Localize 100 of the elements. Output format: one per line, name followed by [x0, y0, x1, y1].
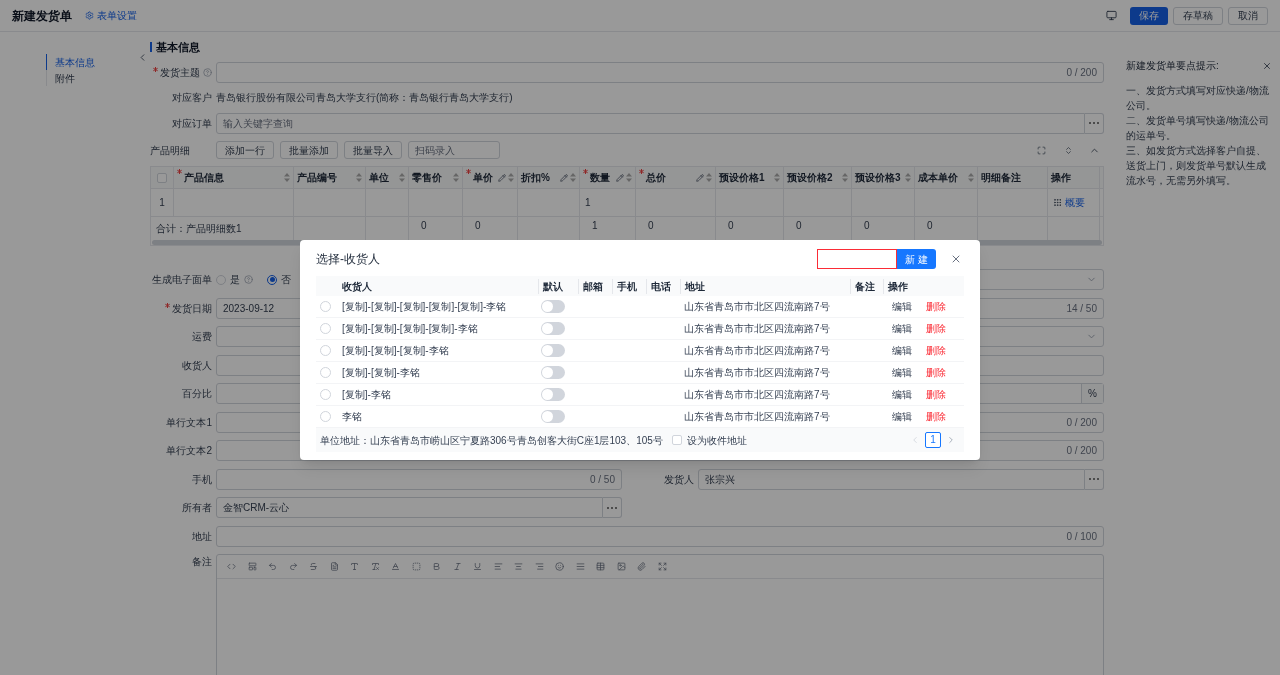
toggle-switch[interactable]: [541, 410, 565, 423]
input-field[interactable]: 0 / 50: [216, 468, 622, 490]
column-header[interactable]: 预设价格3: [855, 170, 903, 185]
help-icon[interactable]: [203, 67, 212, 77]
next-page-icon[interactable]: [946, 435, 956, 445]
clear-format-icon[interactable]: [370, 562, 380, 571]
fullscreen-icon[interactable]: [1037, 145, 1046, 155]
sort-icon[interactable]: [842, 173, 848, 182]
italic-icon[interactable]: [452, 562, 462, 571]
column-header[interactable]: 产品信息: [184, 170, 282, 185]
column-header[interactable]: 预设价格1: [719, 170, 772, 185]
redo-icon[interactable]: [288, 562, 298, 571]
edit-icon[interactable]: [616, 173, 624, 182]
column-header[interactable]: 成本单价: [918, 170, 966, 185]
align-right-icon[interactable]: [534, 562, 544, 571]
font-color-icon[interactable]: [391, 562, 400, 571]
sort-icon[interactable]: [968, 173, 974, 182]
toggle-switch[interactable]: [541, 388, 565, 401]
header-button[interactable]: 存草稿: [1173, 6, 1223, 25]
expand-rows-icon[interactable]: [1064, 145, 1073, 155]
drag-handle-icon[interactable]: [1053, 198, 1062, 207]
sort-icon[interactable]: [508, 173, 514, 182]
attachment-icon[interactable]: [637, 562, 646, 571]
lookup-field[interactable]: 张宗兴: [698, 468, 1085, 490]
edit-link[interactable]: 编辑: [892, 321, 912, 336]
column-header[interactable]: 零售价: [412, 170, 451, 185]
header-button[interactable]: 保存: [1130, 6, 1168, 25]
edit-link[interactable]: 编辑: [892, 409, 912, 424]
template-icon[interactable]: [247, 562, 257, 571]
delete-link[interactable]: 删除: [926, 299, 946, 314]
sort-icon[interactable]: [774, 173, 780, 182]
toggle-switch[interactable]: [541, 344, 565, 357]
bold-icon[interactable]: [432, 562, 441, 571]
nav-item[interactable]: 基本信息: [46, 54, 137, 70]
prev-page-icon[interactable]: [910, 435, 920, 445]
help-icon[interactable]: [244, 275, 253, 284]
monitor-icon[interactable]: [1106, 10, 1117, 21]
sort-icon[interactable]: [706, 173, 712, 182]
sort-icon[interactable]: [399, 173, 405, 182]
toolbar-button[interactable]: 添加一行: [216, 141, 274, 159]
delete-link[interactable]: 删除: [926, 409, 946, 424]
text-size-icon[interactable]: [350, 562, 359, 571]
code-icon[interactable]: [227, 562, 236, 571]
nav-item[interactable]: 附件: [46, 70, 137, 86]
edit-icon[interactable]: [696, 173, 704, 182]
more-button[interactable]: [1085, 112, 1104, 134]
table-icon[interactable]: [596, 562, 605, 571]
edit-icon[interactable]: [560, 173, 568, 182]
column-header[interactable]: 单位: [369, 170, 397, 185]
toggle-switch[interactable]: [541, 300, 565, 313]
header-button[interactable]: 取消: [1228, 6, 1268, 25]
sort-icon[interactable]: [570, 173, 576, 182]
delete-link[interactable]: 删除: [926, 387, 946, 402]
emoji-icon[interactable]: [555, 562, 564, 571]
column-header[interactable]: 明细备注: [981, 170, 1044, 185]
delete-link[interactable]: 删除: [926, 321, 946, 336]
new-button[interactable]: 新 建: [897, 249, 936, 269]
align-center-icon[interactable]: [514, 562, 523, 571]
sort-icon[interactable]: [905, 173, 911, 182]
document-icon[interactable]: [329, 562, 339, 571]
line-icon[interactable]: [575, 562, 585, 571]
align-left-icon[interactable]: [493, 562, 503, 571]
edit-link[interactable]: 编辑: [892, 343, 912, 358]
toggle-switch[interactable]: [541, 366, 565, 379]
fullscreen-icon[interactable]: [657, 562, 667, 571]
sort-icon[interactable]: [284, 173, 290, 182]
checkbox[interactable]: [671, 435, 682, 445]
more-button[interactable]: [603, 497, 622, 518]
delete-link[interactable]: 删除: [926, 343, 946, 358]
search-field[interactable]: [817, 249, 898, 269]
edit-link[interactable]: 编辑: [892, 365, 912, 380]
toolbar-button[interactable]: 批量添加: [280, 141, 338, 159]
toolbar-button[interactable]: 批量导入: [344, 141, 402, 159]
delete-link[interactable]: 删除: [926, 365, 946, 380]
column-header[interactable]: 操作: [1051, 170, 1096, 185]
sort-icon[interactable]: [356, 173, 362, 182]
page-button[interactable]: 1: [925, 432, 941, 448]
input-field[interactable]: 0 / 200: [216, 61, 1104, 83]
lookup-field[interactable]: 输入关键字查询: [216, 112, 1085, 134]
radio-button[interactable]: [267, 274, 277, 285]
underline-icon[interactable]: [473, 562, 482, 571]
close-icon[interactable]: [950, 253, 962, 265]
column-header[interactable]: 数量: [590, 170, 614, 185]
form-settings-link[interactable]: 表单设置: [85, 8, 137, 23]
column-header[interactable]: 产品编号: [297, 170, 354, 185]
close-icon[interactable]: [1262, 60, 1272, 71]
scan-field[interactable]: 扫码录入: [408, 141, 500, 159]
summary-link[interactable]: 概要: [1065, 195, 1085, 210]
input-field[interactable]: 0 / 100: [216, 525, 1104, 547]
column-header[interactable]: 预设价格2: [787, 170, 840, 185]
column-header[interactable]: 折扣%: [521, 170, 558, 185]
column-header[interactable]: 单价: [473, 170, 496, 185]
edit-link[interactable]: 编辑: [892, 299, 912, 314]
strikethrough-icon[interactable]: [309, 562, 318, 571]
sort-icon[interactable]: [453, 173, 459, 182]
toggle-switch[interactable]: [541, 322, 565, 335]
edit-icon[interactable]: [498, 173, 506, 182]
more-button[interactable]: [1085, 468, 1104, 490]
undo-icon[interactable]: [268, 562, 277, 571]
sort-icon[interactable]: [626, 173, 632, 182]
